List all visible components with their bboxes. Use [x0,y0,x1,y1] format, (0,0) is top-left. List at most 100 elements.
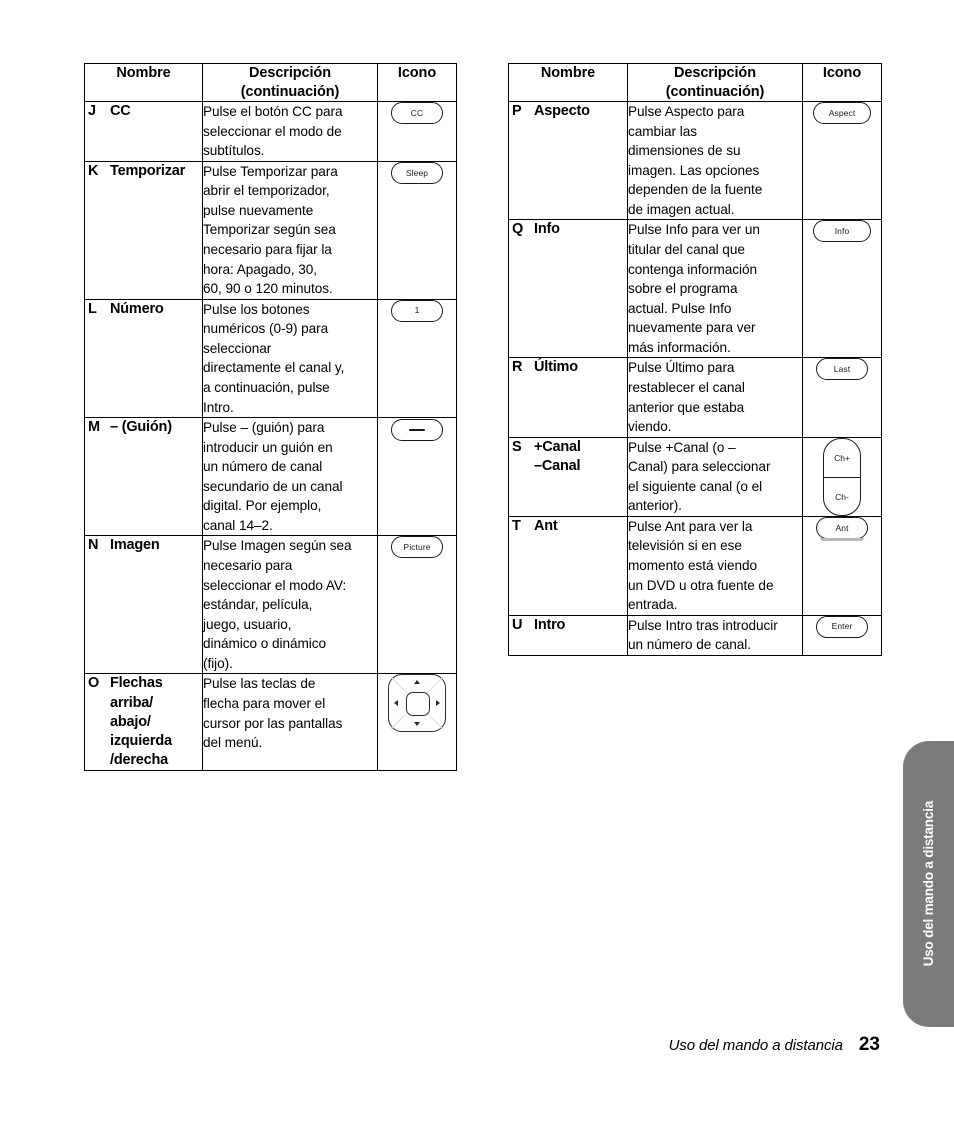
remote-control-table-right: Nombre Descripción (continuación) Icono … [508,62,882,656]
table-body-left: J CC Pulse el botón CC para seleccionar … [84,101,457,772]
picture-button-icon: Picture [391,536,443,559]
name-cell: T Ant [508,515,628,616]
dash-glyph-icon [409,428,425,432]
column-header-descripcion: Descripción (continuación) [202,62,378,103]
row-name: Número [110,300,164,317]
table-row: O Flechas arriba/ abajo/ izquierda /dere… [84,673,457,772]
icon-cell: Sleep [377,160,457,300]
row-description: Pulse +Canal (o – Canal) para selecciona… [627,436,803,517]
icon-cell: 1 [377,298,457,419]
arrow-pad-icon [388,674,446,733]
row-name: +Canal –Canal [534,438,581,474]
icon-cell: Info [802,219,882,359]
icon-cell: Last [802,357,882,438]
icon-cell: Picture [377,535,457,675]
column-header-nombre: Nombre [84,62,203,103]
aspect-button-icon-label: Aspect [828,107,856,118]
aspect-button-icon: Aspect [813,102,871,125]
row-name: Temporizar [110,162,186,179]
page-footer: Uso del mando a distancia 23 [0,1034,880,1056]
name-cell: O Flechas arriba/ abajo/ izquierda /dere… [84,673,203,772]
arrow-pad-center-icon [406,692,430,717]
row-description: Pulse Intro tras introducir un número de… [627,614,803,656]
row-description: Pulse Info para ver un titular del canal… [627,219,803,359]
row-letter: S [512,438,522,455]
row-letter: O [88,675,100,692]
row-letter: M [88,419,101,436]
last-button-icon-label: Last [833,364,851,375]
sleep-button-icon: Sleep [391,161,443,184]
arrow-up-icon [413,680,420,685]
row-letter: U [512,616,523,633]
chapter-side-tab-label: Uso del mando a distancia [921,801,936,967]
icon-cell: CC [377,101,457,162]
column-header-descripcion: Descripción (continuación) [627,62,803,103]
cc-button-icon-label: CC [410,107,424,118]
row-letter: T [512,517,521,534]
row-description: Pulse Aspecto para cambiar las dimension… [627,101,803,221]
enter-button-icon-label: Enter [831,621,853,632]
row-name: – (Guión) [110,419,172,436]
row-name: Imagen [110,537,160,554]
row-letter: J [88,103,97,120]
table-row: Q Info Pulse Info para ver un titular de… [508,219,882,359]
last-button-icon: Last [816,358,868,381]
column-header-icono: Icono [802,62,882,103]
row-description: Pulse Ant para ver la televisión si en e… [627,515,803,616]
row-description: Pulse los botones numéricos (0-9) para s… [202,298,378,419]
info-button-icon: Info [813,220,871,243]
arrow-left-icon [394,699,398,706]
name-cell: Q Info [508,219,628,359]
column-header-icono: Icono [377,62,457,103]
name-cell: K Temporizar [84,160,203,300]
footer-section-title: Uso del mando a distancia [668,1037,843,1054]
channel-down-icon: Ch- [835,491,849,502]
row-description: Pulse el botón CC para seleccionar el mo… [202,101,378,162]
table-body-right: P Aspecto Pulse Aspecto para cambiar las… [508,101,882,656]
dash-button-icon [391,418,443,441]
name-cell: R Último [508,357,628,438]
row-name: Intro [534,616,566,633]
table-row: N Imagen Pulse Imagen según sea necesari… [84,535,457,675]
name-cell: P Aspecto [508,101,628,221]
enter-button-icon: Enter [816,615,868,638]
table-row: P Aspecto Pulse Aspecto para cambiar las… [508,101,882,221]
table-row: L Número Pulse los botones numéricos (0-… [84,298,457,419]
row-letter: K [88,162,99,179]
ant-button-icon-label: Ant [835,522,849,533]
name-cell: U Intro [508,614,628,656]
table-row: K Temporizar Pulse Temporizar para abrir… [84,160,457,300]
footer-page-number: 23 [858,1034,880,1055]
picture-button-icon-label: Picture [403,542,431,553]
name-cell: M – (Guión) [84,417,203,537]
table-row: R Último Pulse Último para restablecer e… [508,357,882,438]
row-name: Ant [534,517,558,534]
info-button-icon-label: Info [834,226,850,237]
arrow-down-icon [413,722,420,727]
table-row: S +Canal –Canal Pulse +Canal (o – Canal)… [508,436,882,517]
row-letter: R [512,359,523,376]
name-cell: S +Canal –Canal [508,436,628,517]
chapter-side-tab: Uso del mando a distancia [903,741,954,1027]
manual-page: Nombre Descripción (continuación) Icono … [0,0,954,1123]
row-description: Pulse las teclas de flecha para mover el… [202,673,378,772]
column-header-nombre: Nombre [508,62,628,103]
table-header-row: Nombre Descripción (continuación) Icono [508,62,882,103]
arrow-right-icon [436,699,440,706]
number-one-button-icon-label: 1 [414,305,420,316]
row-description: Pulse – (guión) para introducir un guión… [202,417,378,537]
row-description: Pulse Temporizar para abrir el temporiza… [202,160,378,300]
row-letter: N [88,537,99,554]
row-name: CC [110,103,131,120]
remote-control-table-left: Nombre Descripción (continuación) Icono … [84,62,457,772]
row-description: Pulse Imagen según sea necesario para se… [202,535,378,675]
icon-cell: Enter [802,614,882,656]
row-description: Pulse Último para restablecer el canal a… [627,357,803,438]
row-letter: Q [512,221,524,238]
row-name: Info [534,221,560,238]
icon-cell: Ch+ Ch- [802,436,882,517]
table-row: U Intro Pulse Intro tras introducir un n… [508,614,882,656]
cc-button-icon: CC [391,102,443,125]
number-one-button-icon: 1 [391,299,443,322]
name-cell: N Imagen [84,535,203,675]
